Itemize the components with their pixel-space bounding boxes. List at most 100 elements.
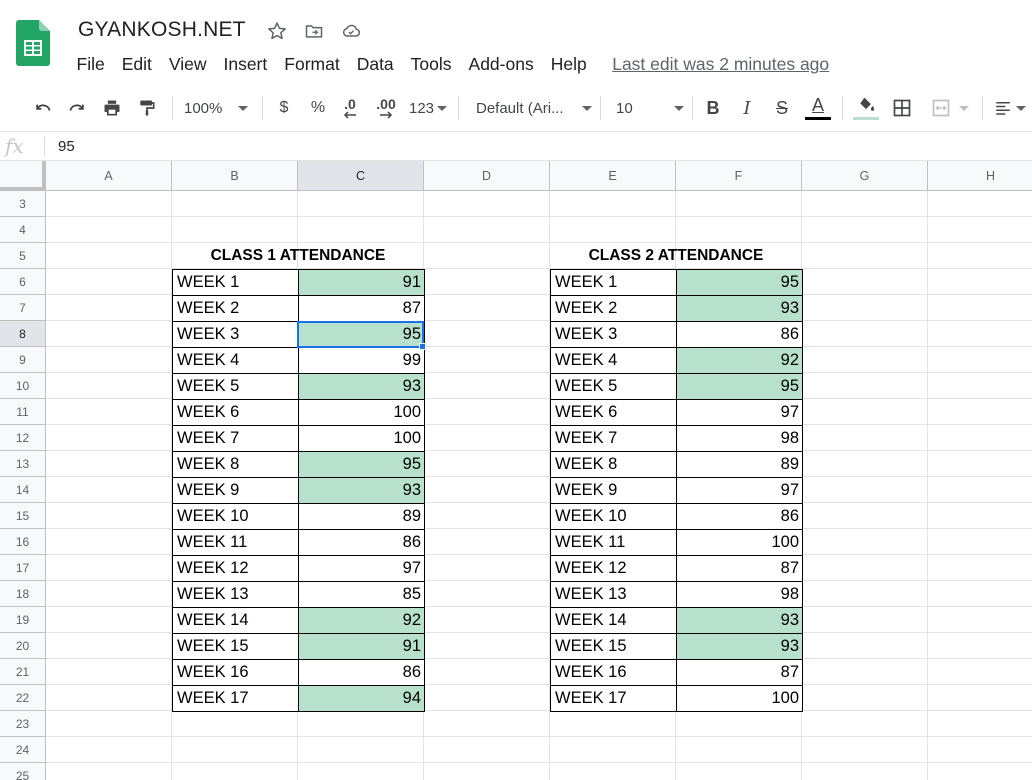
class1-attendance-value[interactable]: 85: [298, 581, 425, 608]
class2-attendance-value[interactable]: 86: [676, 321, 803, 348]
class2-attendance-value[interactable]: 98: [676, 581, 803, 608]
cloud-saved-icon[interactable]: [340, 20, 362, 42]
fill-handle[interactable]: [419, 343, 426, 350]
class1-week-label[interactable]: WEEK 9: [172, 477, 299, 504]
class1-week-label[interactable]: WEEK 7: [172, 425, 299, 452]
class2-week-label[interactable]: WEEK 1: [550, 269, 677, 296]
class1-week-label[interactable]: WEEK 13: [172, 581, 299, 608]
horizontal-align-icon[interactable]: [994, 94, 1026, 122]
row-header-22[interactable]: 22: [0, 685, 46, 711]
class1-week-label[interactable]: WEEK 8: [172, 451, 299, 478]
class2-attendance-value[interactable]: 97: [676, 477, 803, 504]
class2-week-label[interactable]: WEEK 14: [550, 607, 677, 634]
menu-help[interactable]: Help: [542, 52, 595, 76]
row-header-4[interactable]: 4: [0, 217, 46, 243]
class1-attendance-value[interactable]: 92: [298, 607, 425, 634]
row-header-20[interactable]: 20: [0, 633, 46, 659]
class2-attendance-value[interactable]: 93: [676, 633, 803, 660]
row-header-14[interactable]: 14: [0, 477, 46, 503]
row-header-18[interactable]: 18: [0, 581, 46, 607]
class2-attendance-value[interactable]: 93: [676, 607, 803, 634]
row-header-13[interactable]: 13: [0, 451, 46, 477]
menu-view[interactable]: View: [160, 52, 215, 76]
class2-week-label[interactable]: WEEK 4: [550, 347, 677, 374]
menu-add-ons[interactable]: Add-ons: [460, 52, 542, 76]
row-header-11[interactable]: 11: [0, 399, 46, 425]
last-edit-link[interactable]: Last edit was 2 minutes ago: [612, 52, 829, 76]
class1-attendance-value[interactable]: 95: [298, 321, 425, 348]
merge-cells-icon[interactable]: [926, 94, 972, 122]
class1-attendance-value[interactable]: 93: [298, 373, 425, 400]
class1-attendance-value[interactable]: 97: [298, 555, 425, 582]
class1-week-label[interactable]: WEEK 10: [172, 503, 299, 530]
formula-input[interactable]: 95: [58, 138, 75, 155]
class1-attendance-value[interactable]: 91: [298, 269, 425, 296]
row-header-23[interactable]: 23: [0, 711, 46, 737]
format-percent-button[interactable]: %: [307, 94, 329, 122]
class1-attendance-value[interactable]: 95: [298, 451, 425, 478]
row-header-19[interactable]: 19: [0, 607, 46, 633]
borders-icon[interactable]: [889, 94, 915, 122]
class2-week-label[interactable]: WEEK 13: [550, 581, 677, 608]
class1-attendance-value[interactable]: 86: [298, 529, 425, 556]
row-header-6[interactable]: 6: [0, 269, 46, 295]
menu-edit[interactable]: Edit: [113, 52, 160, 76]
class1-attendance-value[interactable]: 100: [298, 399, 425, 426]
class2-attendance-value[interactable]: 100: [676, 529, 803, 556]
menu-tools[interactable]: Tools: [402, 52, 460, 76]
class2-week-label[interactable]: WEEK 3: [550, 321, 677, 348]
class2-week-label[interactable]: WEEK 9: [550, 477, 677, 504]
select-all-corner[interactable]: [0, 161, 46, 191]
more-formats-select[interactable]: 123: [407, 94, 449, 122]
class2-week-label[interactable]: WEEK 12: [550, 555, 677, 582]
bold-button[interactable]: B: [702, 94, 724, 122]
class2-attendance-value[interactable]: 87: [676, 555, 803, 582]
row-header-24[interactable]: 24: [0, 737, 46, 763]
column-header-a[interactable]: A: [46, 161, 172, 191]
class1-attendance-value[interactable]: 87: [298, 295, 425, 322]
class1-week-label[interactable]: WEEK 11: [172, 529, 299, 556]
row-header-3[interactable]: 3: [0, 191, 46, 217]
column-header-d[interactable]: D: [424, 161, 550, 191]
class2-attendance-value[interactable]: 100: [676, 685, 803, 712]
class1-week-label[interactable]: WEEK 15: [172, 633, 299, 660]
increase-decimal-button[interactable]: .00: [371, 94, 401, 122]
class2-attendance-value[interactable]: 98: [676, 425, 803, 452]
class2-attendance-value[interactable]: 87: [676, 659, 803, 686]
class2-week-label[interactable]: WEEK 17: [550, 685, 677, 712]
class1-attendance-value[interactable]: 94: [298, 685, 425, 712]
decrease-decimal-button[interactable]: .0: [337, 94, 363, 122]
document-title[interactable]: GYANKOSH.NET: [78, 18, 246, 42]
class2-week-label[interactable]: WEEK 6: [550, 399, 677, 426]
class1-week-label[interactable]: WEEK 16: [172, 659, 299, 686]
class1-attendance-value[interactable]: 89: [298, 503, 425, 530]
class2-attendance-value[interactable]: 97: [676, 399, 803, 426]
menu-file[interactable]: File: [68, 52, 113, 76]
print-icon[interactable]: [99, 94, 125, 122]
sheets-logo-icon[interactable]: [16, 20, 50, 66]
move-to-folder-icon[interactable]: [303, 20, 325, 42]
class1-attendance-value[interactable]: 91: [298, 633, 425, 660]
italic-button[interactable]: I: [736, 94, 758, 122]
class2-attendance-value[interactable]: 95: [676, 373, 803, 400]
row-header-15[interactable]: 15: [0, 503, 46, 529]
star-icon[interactable]: [266, 20, 288, 42]
row-header-8[interactable]: 8: [0, 321, 46, 347]
class1-week-label[interactable]: WEEK 3: [172, 321, 299, 348]
class2-week-label[interactable]: WEEK 5: [550, 373, 677, 400]
class1-week-label[interactable]: WEEK 2: [172, 295, 299, 322]
class1-week-label[interactable]: WEEK 17: [172, 685, 299, 712]
menu-data[interactable]: Data: [348, 52, 402, 76]
font-family-select[interactable]: Default (Ari...: [476, 94, 592, 122]
class2-week-label[interactable]: WEEK 7: [550, 425, 677, 452]
class1-attendance-value[interactable]: 99: [298, 347, 425, 374]
row-header-5[interactable]: 5: [0, 243, 46, 269]
text-color-button[interactable]: A: [803, 94, 833, 122]
class1-week-label[interactable]: WEEK 6: [172, 399, 299, 426]
column-header-c[interactable]: C: [298, 161, 424, 191]
row-header-17[interactable]: 17: [0, 555, 46, 581]
column-header-h[interactable]: H: [928, 161, 1032, 191]
row-header-7[interactable]: 7: [0, 295, 46, 321]
column-header-g[interactable]: G: [802, 161, 928, 191]
class1-week-label[interactable]: WEEK 14: [172, 607, 299, 634]
